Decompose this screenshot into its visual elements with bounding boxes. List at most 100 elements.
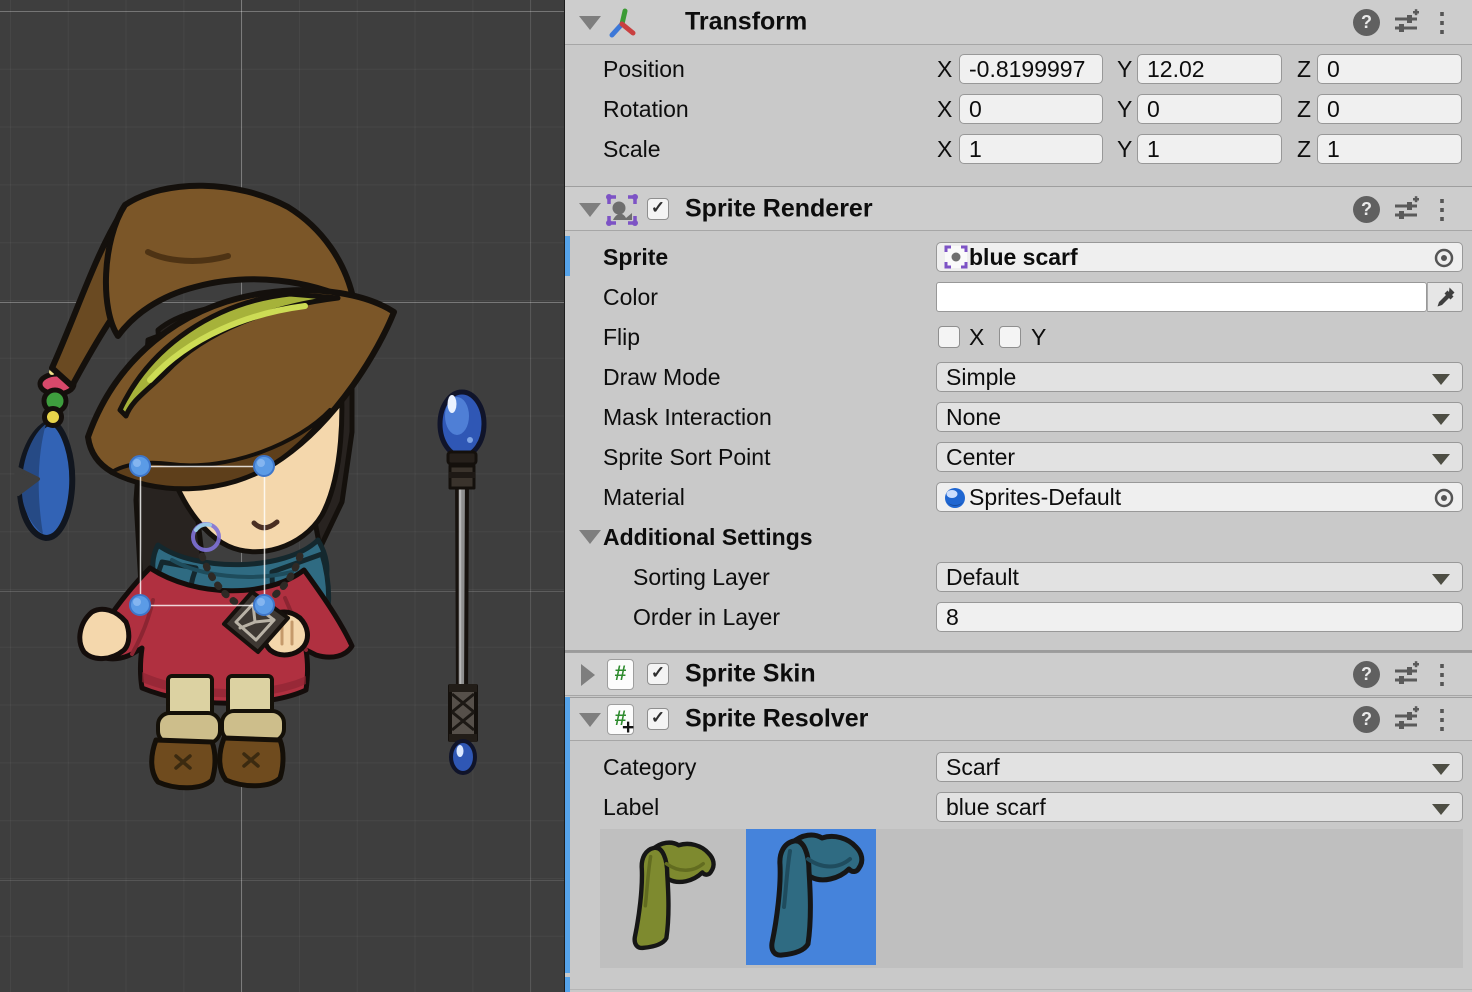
more-menu-icon[interactable]: ⋮ [1429, 196, 1455, 223]
chevron-down-icon [1432, 414, 1450, 425]
chevron-down-icon [1432, 574, 1450, 585]
transform-header[interactable]: Transform ? ⋮ [565, 0, 1472, 45]
help-icon[interactable]: ? [1353, 661, 1380, 688]
chevron-down-icon [1432, 764, 1450, 775]
more-menu-icon[interactable]: ⋮ [1429, 661, 1455, 688]
rotation-z-field[interactable]: 0 [1317, 94, 1462, 124]
position-y-field[interactable]: 12.02 [1137, 54, 1282, 84]
flip-y-label: Y [1031, 324, 1046, 351]
sprite-sort-point-value: Center [946, 444, 1015, 470]
eyedropper-icon [1433, 285, 1457, 309]
category-label: Category [603, 754, 696, 781]
object-picker-icon[interactable] [1433, 487, 1455, 509]
sprite-resolver-title: Sprite Resolver [685, 705, 868, 734]
scene-view[interactable] [0, 0, 564, 992]
color-label: Color [603, 284, 658, 311]
help-icon[interactable]: ? [1353, 9, 1380, 36]
material-label: Material [603, 484, 685, 511]
axis-x-label: X [937, 136, 952, 163]
order-in-layer-label: Order in Layer [633, 604, 780, 631]
rotation-x-field[interactable]: 0 [959, 94, 1103, 124]
axis-z-label: Z [1297, 56, 1311, 83]
component-enabled-checkbox[interactable]: ✓ [647, 708, 669, 730]
transform-icon [605, 6, 639, 40]
scale-y-field[interactable]: 1 [1137, 134, 1282, 164]
sprite-skin-title: Sprite Skin [685, 660, 816, 689]
presets-icon[interactable] [1392, 9, 1420, 37]
draw-mode-dropdown[interactable]: Simple [936, 362, 1463, 392]
position-x-field[interactable]: -0.8199997 [959, 54, 1103, 84]
foldout-icon[interactable] [579, 16, 601, 30]
material-value: Sprites-Default [969, 484, 1121, 510]
scale-label: Scale [603, 136, 661, 163]
object-picker-icon[interactable] [1433, 247, 1455, 269]
sprite-sort-point-dropdown[interactable]: Center [936, 442, 1463, 472]
position-z-field[interactable]: 0 [1317, 54, 1462, 84]
foldout-icon[interactable] [579, 713, 601, 727]
label-label: Label [603, 794, 659, 821]
sorting-layer-dropdown[interactable]: Default [936, 562, 1463, 592]
sprite-thumbnail-olive-scarf[interactable] [612, 832, 726, 962]
position-label: Position [603, 56, 685, 83]
more-menu-icon[interactable]: ⋮ [1429, 9, 1455, 36]
axis-z-label: Z [1297, 136, 1311, 163]
order-in-layer-field[interactable]: 8 [936, 602, 1463, 632]
override-bar [565, 697, 570, 973]
label-dropdown[interactable]: blue scarf [936, 792, 1463, 822]
sprite-renderer-header[interactable]: ✓ Sprite Renderer ? ⋮ [565, 186, 1472, 231]
flip-label: Flip [603, 324, 640, 351]
mask-interaction-value: None [946, 404, 1001, 430]
component-enabled-checkbox[interactable]: ✓ [647, 198, 669, 220]
component-enabled-checkbox[interactable]: ✓ [647, 663, 669, 685]
draw-mode-value: Simple [946, 364, 1016, 390]
flip-x-checkbox[interactable] [938, 326, 960, 348]
flip-y-checkbox[interactable] [999, 326, 1021, 348]
mask-interaction-label: Mask Interaction [603, 404, 772, 431]
more-menu-icon[interactable]: ⋮ [1429, 706, 1455, 733]
chevron-down-icon [1432, 374, 1450, 385]
material-icon [943, 486, 967, 510]
override-bar [565, 236, 570, 276]
foldout-icon[interactable] [579, 530, 601, 544]
sorting-layer-label: Sorting Layer [633, 564, 770, 591]
category-dropdown[interactable]: Scarf [936, 752, 1463, 782]
axis-y-label: Y [1117, 136, 1132, 163]
override-bar [565, 977, 570, 992]
sprite-mini-icon [943, 244, 969, 270]
help-icon[interactable]: ? [1353, 196, 1380, 223]
chevron-down-icon [1432, 454, 1450, 465]
sprite-thumbnail-blue-scarf-selected[interactable] [746, 829, 876, 965]
help-icon[interactable]: ? [1353, 706, 1380, 733]
sprite-object-field[interactable]: blue scarf [936, 242, 1463, 272]
draw-mode-label: Draw Mode [603, 364, 721, 391]
presets-icon[interactable] [1392, 196, 1420, 224]
additional-settings-label[interactable]: Additional Settings [603, 524, 813, 551]
presets-icon[interactable] [1392, 661, 1420, 689]
material-object-field[interactable]: Sprites-Default [936, 482, 1463, 512]
sprite-value: blue scarf [969, 244, 1078, 270]
sprite-resolver-header[interactable]: #+ ✓ Sprite Resolver ? ⋮ [565, 697, 1472, 741]
sprite-variant-strip [600, 829, 1463, 968]
scale-z-field[interactable]: 1 [1317, 134, 1462, 164]
color-swatch[interactable] [936, 282, 1427, 312]
sprite-skin-header[interactable]: # ✓ Sprite Skin ? ⋮ [565, 652, 1472, 696]
staff-bottom-gem [451, 741, 475, 773]
sprite-label: Sprite [603, 244, 668, 271]
staff-sprite[interactable] [440, 392, 484, 773]
scale-x-field[interactable]: 1 [959, 134, 1103, 164]
axis-x-label: X [937, 96, 952, 123]
rotation-y-field[interactable]: 0 [1137, 94, 1282, 124]
foldout-icon[interactable] [579, 203, 601, 217]
divider [565, 989, 1472, 990]
axis-y-label: Y [1117, 96, 1132, 123]
character-sprite[interactable] [0, 0, 564, 992]
foldout-icon[interactable] [581, 664, 595, 686]
axis-x-label: X [937, 56, 952, 83]
flip-x-label: X [969, 324, 984, 351]
sprite-renderer-icon [605, 193, 639, 227]
mask-interaction-dropdown[interactable]: None [936, 402, 1463, 432]
presets-icon[interactable] [1392, 706, 1420, 734]
label-value: blue scarf [946, 794, 1046, 820]
script-icon: # [607, 659, 634, 690]
eyedropper-button[interactable] [1427, 282, 1463, 312]
